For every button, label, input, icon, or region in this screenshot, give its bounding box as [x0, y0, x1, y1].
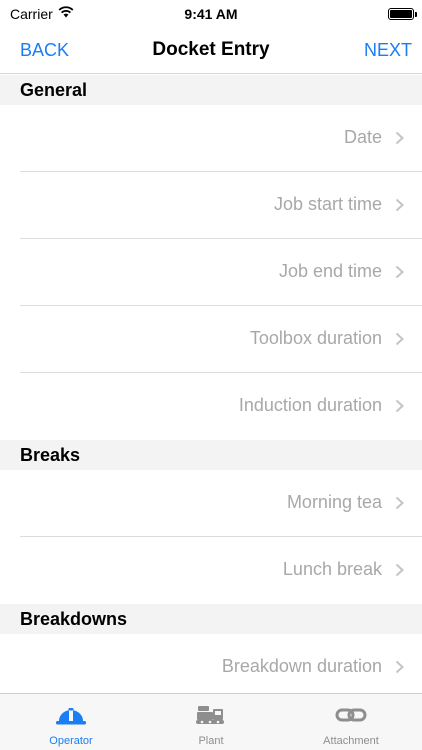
tab-operator[interactable]: Operator [1, 694, 141, 750]
row-job-start-time[interactable]: Job start time [0, 172, 422, 239]
section-header-breakdowns: Breakdowns [0, 604, 422, 634]
link-icon [335, 708, 367, 722]
tab-plant[interactable]: Plant [141, 694, 281, 750]
row-morning-tea[interactable]: Morning tea [0, 470, 422, 537]
row-label: Job end time [278, 261, 382, 281]
truck-icon [196, 706, 224, 724]
row-lunch-break[interactable]: Lunch break [0, 537, 422, 604]
status-time: 9:41 AM [184, 6, 238, 22]
row-label: Morning tea [286, 492, 382, 512]
chevron-right-icon [395, 660, 404, 674]
chevron-right-icon [395, 399, 404, 413]
battery-icon [388, 8, 417, 20]
hard-hat-icon [56, 708, 86, 725]
row-label: Breakdown duration [221, 656, 382, 676]
tab-bar: Operator Plant Attachment [0, 693, 422, 750]
tab-label: Plant [198, 735, 224, 747]
row-label: Lunch break [282, 559, 382, 579]
row-date[interactable]: Date [0, 105, 422, 172]
row-label: Toolbox duration [249, 328, 382, 348]
docket-form[interactable]: General Date Job start time Job end time… [0, 75, 422, 693]
row-label: Job start time [273, 194, 382, 214]
chevron-right-icon [395, 496, 404, 510]
navigation-bar: BACK Docket Entry NEXT [0, 28, 422, 74]
status-bar: Carrier 9:41 AM [0, 0, 422, 28]
row-toolbox-duration[interactable]: Toolbox duration [0, 306, 422, 373]
chevron-right-icon [395, 332, 404, 346]
row-label: Induction duration [238, 395, 382, 415]
row-induction-duration[interactable]: Induction duration [0, 373, 422, 440]
row-breakdown-duration[interactable]: Breakdown duration [0, 634, 422, 693]
page-title: Docket Entry [152, 39, 270, 60]
next-button[interactable]: NEXT [364, 40, 412, 61]
row-label: Date [343, 127, 382, 147]
chevron-right-icon [395, 563, 404, 577]
chevron-right-icon [395, 265, 404, 279]
chevron-right-icon [395, 131, 404, 145]
tab-label: Attachment [323, 735, 379, 747]
section-header-breaks: Breaks [0, 440, 422, 470]
tab-attachment[interactable]: Attachment [281, 694, 421, 750]
section-header-general: General [0, 75, 422, 105]
row-job-end-time[interactable]: Job end time [0, 239, 422, 306]
tab-label: Operator [49, 735, 93, 747]
chevron-right-icon [395, 198, 404, 212]
